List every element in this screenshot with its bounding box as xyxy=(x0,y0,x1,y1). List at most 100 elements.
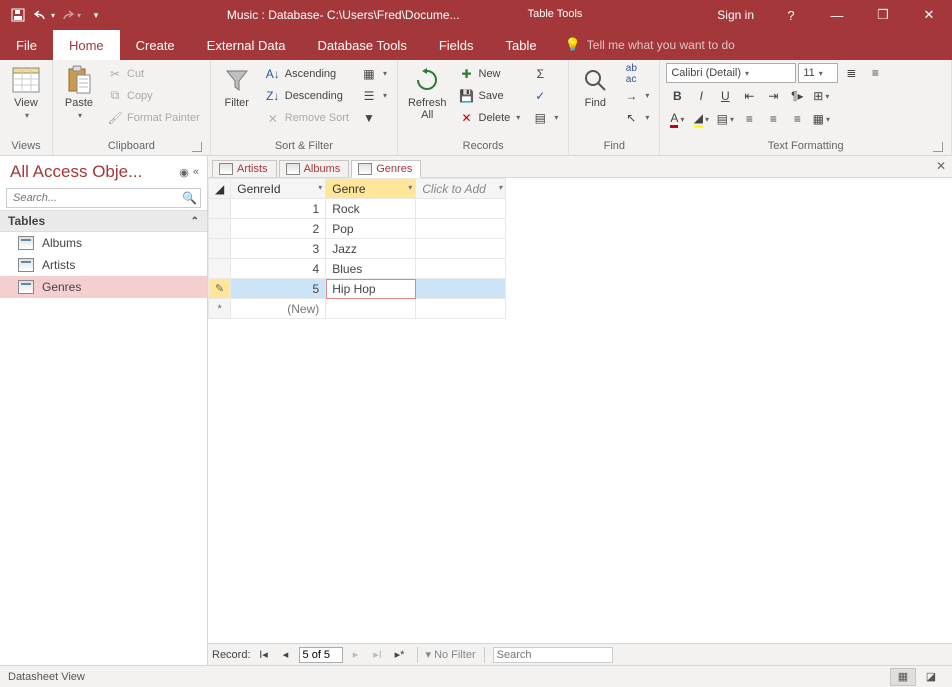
row-selector[interactable]: ✎ xyxy=(209,279,231,299)
remove-sort-button[interactable]: ⨯Remove Sort xyxy=(261,107,353,128)
align-right-icon[interactable]: ≡ xyxy=(786,109,808,129)
nav-search[interactable]: 🔍 xyxy=(6,188,201,208)
new-record-nav-icon[interactable]: ▸* xyxy=(391,647,409,663)
refresh-all-button[interactable]: Refresh All xyxy=(404,63,451,123)
collapse-group-icon[interactable]: ⌃ xyxy=(191,216,199,227)
tab-create[interactable]: Create xyxy=(120,30,191,60)
cut-button[interactable]: ✂Cut xyxy=(103,63,204,84)
more-records-button[interactable]: ▤▾ xyxy=(528,107,562,128)
ltr-icon[interactable]: ¶▸ xyxy=(786,86,808,106)
bullets-icon[interactable]: ≣ xyxy=(840,63,862,83)
selection-filter-button[interactable]: ▦▾ xyxy=(357,63,391,84)
cell-genre[interactable] xyxy=(326,299,416,319)
fill-color-button[interactable]: ◢▾ xyxy=(690,109,712,129)
indent-decrease-icon[interactable]: ⇤ xyxy=(738,86,760,106)
restore-icon[interactable]: ❐ xyxy=(860,0,906,30)
delete-record-button[interactable]: ✕Delete▾ xyxy=(455,107,525,128)
record-position-input[interactable] xyxy=(299,647,343,663)
nav-item-genres[interactable]: Genres xyxy=(0,276,207,298)
cell-genreid[interactable]: (New) xyxy=(231,299,326,319)
cell-genre[interactable]: Blues xyxy=(326,259,416,279)
nav-group-tables[interactable]: Tables ⌃ xyxy=(0,210,207,232)
align-left-icon[interactable]: ≡ xyxy=(738,109,760,129)
minimize-icon[interactable]: — xyxy=(814,0,860,30)
cell-genre[interactable]: Jazz xyxy=(326,239,416,259)
click-to-add-column[interactable]: Click to Add▾ xyxy=(416,179,506,199)
new-record-button[interactable]: ✚New xyxy=(455,63,525,84)
filter-button[interactable]: Filter xyxy=(217,63,257,111)
underline-button[interactable]: U xyxy=(714,86,736,106)
row-selector[interactable] xyxy=(209,199,231,219)
new-row[interactable]: *(New) xyxy=(209,299,506,319)
cell-genreid[interactable]: 1 xyxy=(231,199,326,219)
italic-button[interactable]: I xyxy=(690,86,712,106)
copy-button[interactable]: ⧉Copy xyxy=(103,85,204,106)
sign-in-link[interactable]: Sign in xyxy=(703,8,768,22)
tell-me-input[interactable]: 💡Tell me what you want to do xyxy=(553,30,747,60)
cell-empty[interactable] xyxy=(416,279,506,299)
cell-empty[interactable] xyxy=(416,219,506,239)
dialog-launcher-icon[interactable] xyxy=(192,142,202,152)
last-record-icon[interactable]: ▸I xyxy=(369,647,387,663)
descending-button[interactable]: Z↓Descending xyxy=(261,85,353,106)
find-button[interactable]: Find xyxy=(575,63,615,111)
select-button[interactable]: ↖▾ xyxy=(619,107,653,128)
row-selector[interactable] xyxy=(209,219,231,239)
save-icon[interactable] xyxy=(6,3,30,27)
redo-icon[interactable]: ▾ xyxy=(58,3,82,27)
ascending-button[interactable]: A↓Ascending xyxy=(261,63,353,84)
doc-tab-albums[interactable]: Albums xyxy=(279,160,350,177)
select-all-cell[interactable]: ◢ xyxy=(209,179,231,199)
cell-genreid[interactable]: 4 xyxy=(231,259,326,279)
tab-table[interactable]: Table xyxy=(490,30,553,60)
totals-button[interactable]: Σ xyxy=(528,63,562,84)
next-record-icon[interactable]: ▸ xyxy=(347,647,365,663)
cell-genre[interactable]: Hip Hop xyxy=(326,279,416,299)
dialog-launcher-icon[interactable] xyxy=(933,142,943,152)
nav-item-artists[interactable]: Artists xyxy=(0,254,207,276)
table-row[interactable]: 1Rock xyxy=(209,199,506,219)
tab-fields[interactable]: Fields xyxy=(423,30,490,60)
row-selector[interactable] xyxy=(209,239,231,259)
doc-tab-artists[interactable]: Artists xyxy=(212,160,277,177)
spelling-button[interactable]: ✓ xyxy=(528,85,562,106)
view-button[interactable]: View▾ xyxy=(6,63,46,124)
table-row[interactable]: 3Jazz xyxy=(209,239,506,259)
tab-file[interactable]: File xyxy=(0,30,53,60)
qat-customize-icon[interactable]: ▾ xyxy=(84,3,108,27)
cell-empty[interactable] xyxy=(416,199,506,219)
nav-search-input[interactable] xyxy=(6,188,201,208)
cell-genreid[interactable]: 3 xyxy=(231,239,326,259)
cell-genre[interactable]: Rock xyxy=(326,199,416,219)
font-color-button[interactable]: A▾ xyxy=(666,109,688,129)
save-record-button[interactable]: 💾Save xyxy=(455,85,525,106)
goto-button[interactable]: →▾ xyxy=(619,85,653,106)
column-dropdown-icon[interactable]: ▾ xyxy=(408,183,412,192)
doc-tab-genres[interactable]: Genres xyxy=(351,160,421,178)
cell-genre[interactable]: Pop xyxy=(326,219,416,239)
column-header-genreid[interactable]: GenreId▾ xyxy=(231,179,326,199)
tab-external-data[interactable]: External Data xyxy=(191,30,302,60)
numbering-icon[interactable]: ≡ xyxy=(864,63,886,83)
font-name-select[interactable]: Calibri (Detail)▾ xyxy=(666,63,796,83)
tab-home[interactable]: Home xyxy=(53,30,120,60)
nav-collapse-icon[interactable]: « xyxy=(193,166,199,179)
row-selector[interactable] xyxy=(209,259,231,279)
table-row[interactable]: ✎5Hip Hop xyxy=(209,279,506,299)
column-dropdown-icon[interactable]: ▾ xyxy=(318,183,322,192)
nav-dropdown-icon[interactable]: ◉ xyxy=(179,166,189,179)
paste-button[interactable]: Paste▾ xyxy=(59,63,99,124)
design-view-switch-icon[interactable]: ◪ xyxy=(918,668,944,686)
format-painter-button[interactable]: 🖌Format Painter xyxy=(103,107,204,128)
tab-database-tools[interactable]: Database Tools xyxy=(301,30,422,60)
alt-row-color-button[interactable]: ▤▾ xyxy=(714,109,736,129)
search-icon[interactable]: 🔍 xyxy=(182,191,197,205)
table-row[interactable]: 2Pop xyxy=(209,219,506,239)
nav-item-albums[interactable]: Albums xyxy=(0,232,207,254)
indent-increase-icon[interactable]: ⇥ xyxy=(762,86,784,106)
cell-genreid[interactable]: 2 xyxy=(231,219,326,239)
record-search-input[interactable] xyxy=(493,647,613,663)
column-header-genre[interactable]: Genre▾ xyxy=(326,179,416,199)
cell-genreid[interactable]: 5 xyxy=(231,279,326,299)
align-center-icon[interactable]: ≡ xyxy=(762,109,784,129)
